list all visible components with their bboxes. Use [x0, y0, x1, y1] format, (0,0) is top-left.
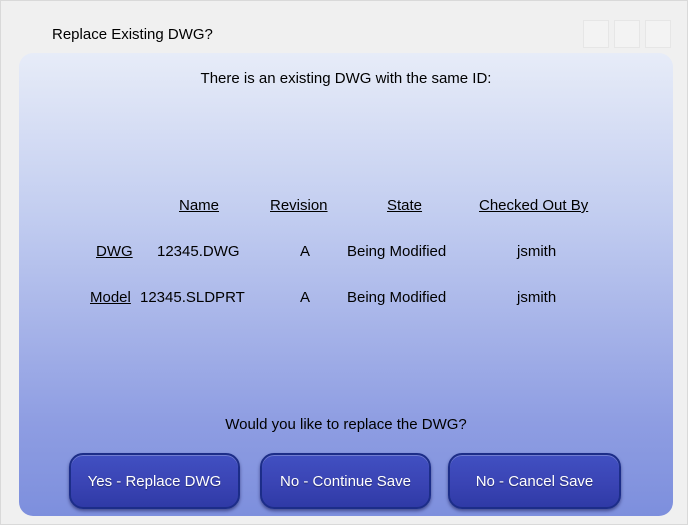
row-state: Being Modified [347, 243, 447, 260]
row-name: 12345.SLDPRT [140, 289, 245, 306]
maximize-button[interactable] [614, 20, 640, 48]
row-type-link-model[interactable]: Model [90, 289, 131, 306]
existing-dwg-message: There is an existing DWG with the same I… [200, 70, 492, 87]
no-continue-save-label: No - Continue Save [280, 472, 411, 490]
column-header-revision: Revision [270, 197, 328, 214]
yes-replace-dwg-label: Yes - Replace DWG [87, 472, 222, 490]
content-panel: There is an existing DWG with the same I… [19, 53, 673, 516]
close-button[interactable] [645, 20, 671, 48]
column-header-checked-out-by: Checked Out By [479, 197, 589, 214]
no-cancel-save-button[interactable]: No - Cancel Save [448, 453, 621, 509]
window-title: Replace Existing DWG? [52, 26, 213, 43]
row-type-link-dwg[interactable]: DWG [96, 243, 133, 260]
minimize-button[interactable] [583, 20, 609, 48]
row-revision: A [300, 289, 311, 306]
row-revision: A [300, 243, 311, 260]
yes-replace-dwg-button[interactable]: Yes - Replace DWG [69, 453, 240, 509]
row-name: 12345.DWG [157, 243, 240, 260]
no-continue-save-button[interactable]: No - Continue Save [260, 453, 431, 509]
column-header-name: Name [179, 197, 220, 214]
title-bar[interactable]: Replace Existing DWG? [1, 1, 687, 48]
row-checked-out-by: jsmith [517, 289, 557, 306]
row-checked-out-by: jsmith [517, 243, 557, 260]
no-cancel-save-label: No - Cancel Save [475, 472, 594, 490]
row-state: Being Modified [347, 289, 447, 306]
dialog-window: Replace Existing DWG? There is an existi… [0, 0, 688, 525]
column-header-state: State [387, 197, 423, 214]
replace-question: Would you like to replace the DWG? [225, 416, 467, 433]
